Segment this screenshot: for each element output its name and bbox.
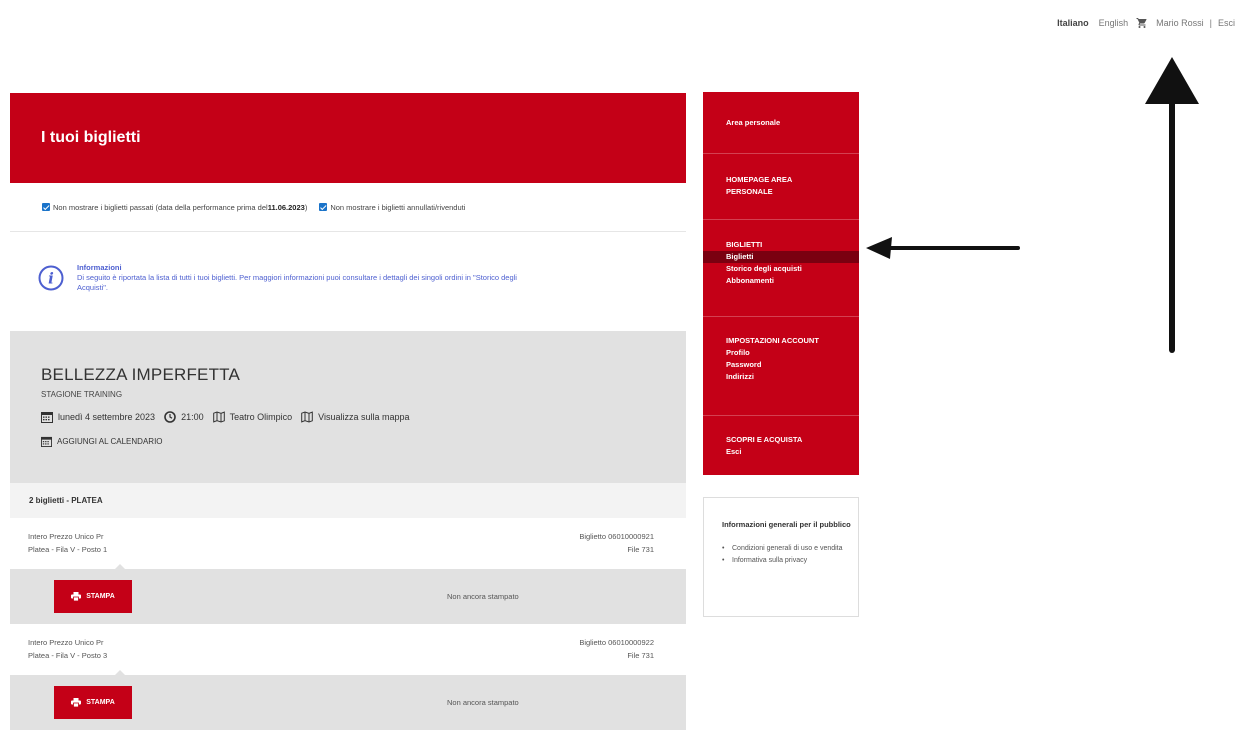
sidebar-item-tickets[interactable]: Biglietti <box>703 251 859 263</box>
ticket-number: Biglietto 06010000922 <box>579 638 654 647</box>
info-text-line-2: Acquisti". <box>77 283 109 292</box>
ticket-type: Intero Prezzo Unico Pr <box>28 532 104 541</box>
main-content: I tuoi biglietti Non mostrare i bigliett… <box>10 93 686 734</box>
sidebar-section-tickets: BIGLIETTI Biglietti Storico degli acquis… <box>703 220 859 317</box>
print-status: Non ancora stampato <box>447 592 519 601</box>
sidebar-home-line-1: HOMEPAGE AREA <box>726 175 793 184</box>
logout-link[interactable]: Esci <box>1218 18 1235 28</box>
print-status: Non ancora stampato <box>447 698 519 707</box>
info-text-line-1: Di seguito è riportata la lista di tutti… <box>77 273 517 282</box>
annotation-arrow-up-icon <box>1145 57 1199 353</box>
event-meta: lunedì 4 settembre 2023 21:00 Teatro Oli… <box>41 411 686 423</box>
info-title: Informazioni <box>77 263 122 272</box>
account-sidebar: Area personale HOMEPAGE AREA PERSONALE B… <box>703 92 859 475</box>
ticket-filters: Non mostrare i biglietti passati (data d… <box>10 183 686 232</box>
top-bar: Italiano English Mario Rossi | Esci <box>1057 17 1235 29</box>
ticket-item: Intero Prezzo Unico Pr Platea - Fila V -… <box>10 624 686 730</box>
page-title: I tuoi biglietti <box>41 129 141 146</box>
filter-hide-past[interactable]: Non mostrare i biglietti passati (data d… <box>42 203 307 212</box>
filter-hide-cancelled[interactable]: Non mostrare i biglietti annullati/riven… <box>319 203 465 212</box>
map-icon[interactable] <box>301 411 313 423</box>
sidebar-item-homepage[interactable]: HOMEPAGE AREA PERSONALE <box>703 154 859 220</box>
user-name-link[interactable]: Mario Rossi <box>1156 18 1204 28</box>
sidebar-area-title: Area personale <box>703 92 859 154</box>
sidebar-heading-tickets: BIGLIETTI <box>726 240 763 249</box>
ticket-info: Intero Prezzo Unico Pr Platea - Fila V -… <box>10 518 686 570</box>
print-button[interactable]: STAMPA <box>54 580 132 613</box>
ticket-item: Intero Prezzo Unico Pr Platea - Fila V -… <box>10 518 686 624</box>
sidebar-home-line-2: PERSONALE <box>726 187 773 196</box>
ticket-group-heading: 2 biglietti - PLATEA <box>10 483 686 518</box>
general-info-box: Informazioni generali per il pubblico Co… <box>703 497 859 617</box>
language-italian[interactable]: Italiano <box>1057 18 1089 28</box>
sidebar-item-password[interactable]: Password <box>726 359 859 371</box>
calendar-icon <box>41 436 52 447</box>
annotation-arrow-left-icon <box>866 237 1020 259</box>
printer-icon <box>71 592 82 601</box>
sidebar-item-addresses[interactable]: Indirizzi <box>726 371 859 383</box>
hide-past-date: 11.06.2023 <box>267 202 305 212</box>
add-to-calendar-button[interactable]: AGGIUNGI AL CALENDARIO <box>41 436 686 447</box>
printer-icon <box>71 698 82 707</box>
ticket-print-area: STAMPA Non ancora stampato <box>10 675 686 730</box>
sidebar-section-account: IMPOSTAZIONI ACCOUNT Profilo Password In… <box>703 317 859 416</box>
event-card: BELLEZZA IMPERFETTA STAGIONE TRAINING lu… <box>10 331 686 483</box>
sidebar-heading-account: IMPOSTAZIONI ACCOUNT <box>726 336 819 345</box>
separator: | <box>1209 18 1212 28</box>
language-english[interactable]: English <box>1099 18 1129 28</box>
ticket-number: Biglietto 06010000921 <box>579 532 654 541</box>
sidebar-item-purchase-history[interactable]: Storico degli acquisti <box>726 263 859 275</box>
print-button-label: STAMPA <box>86 699 115 706</box>
clock-icon <box>164 411 176 423</box>
ticket-seat: Platea - Fila V - Posto 1 <box>28 545 108 554</box>
sidebar-heading-discover: SCOPRI E ACQUISTA <box>726 435 803 444</box>
cart-icon[interactable] <box>1136 17 1148 29</box>
map-icon <box>212 411 225 423</box>
hide-past-checkbox[interactable] <box>42 203 50 211</box>
print-button-label: STAMPA <box>86 593 115 600</box>
ticket-info: Intero Prezzo Unico Pr Platea - Fila V -… <box>10 624 686 676</box>
sidebar-item-logout[interactable]: Esci <box>726 446 859 458</box>
sidebar-item-profile[interactable]: Profilo <box>726 347 859 359</box>
print-button[interactable]: STAMPA <box>54 686 132 719</box>
calendar-icon <box>41 412 53 423</box>
hide-cancelled-label: Non mostrare i biglietti annullati/riven… <box>330 202 466 212</box>
ticket-seat: Platea - Fila V - Posto 3 <box>28 651 108 660</box>
sidebar-section-discover: SCOPRI E ACQUISTA Esci <box>703 416 859 458</box>
event-season: STAGIONE TRAINING <box>41 390 123 399</box>
page-header: I tuoi biglietti <box>10 93 686 183</box>
hide-past-label-suffix: ) <box>304 202 308 212</box>
add-to-calendar-label: AGGIUNGI AL CALENDARIO <box>57 437 163 446</box>
general-info-links: Condizioni generali di uso e vendita Inf… <box>722 544 858 566</box>
info-notice: i Informazioni Di seguito è riportata la… <box>10 232 686 331</box>
ticket-print-area: STAMPA Non ancora stampato <box>10 569 686 624</box>
privacy-link[interactable]: Informativa sulla privacy <box>722 556 858 566</box>
info-icon: i <box>38 265 64 291</box>
event-title: BELLEZZA IMPERFETTA <box>41 365 241 384</box>
event-date: lunedì 4 settembre 2023 <box>58 412 156 422</box>
event-time: 21:00 <box>181 412 204 422</box>
sidebar-item-subscriptions[interactable]: Abbonamenti <box>726 275 859 287</box>
ticket-file: File 731 <box>627 651 654 660</box>
hide-cancelled-checkbox[interactable] <box>319 203 328 211</box>
ticket-type: Intero Prezzo Unico Pr <box>28 638 104 647</box>
svg-text:i: i <box>48 270 54 288</box>
terms-link[interactable]: Condizioni generali di uso e vendita <box>722 544 858 554</box>
ticket-file: File 731 <box>627 545 654 554</box>
event-venue: Teatro Olimpico <box>229 412 293 422</box>
general-info-title: Informazioni generali per il pubblico <box>722 520 851 529</box>
view-on-map-link[interactable]: Visualizza sulla mappa <box>318 412 409 422</box>
hide-past-label-prefix: Non mostrare i biglietti passati (data d… <box>53 202 268 212</box>
